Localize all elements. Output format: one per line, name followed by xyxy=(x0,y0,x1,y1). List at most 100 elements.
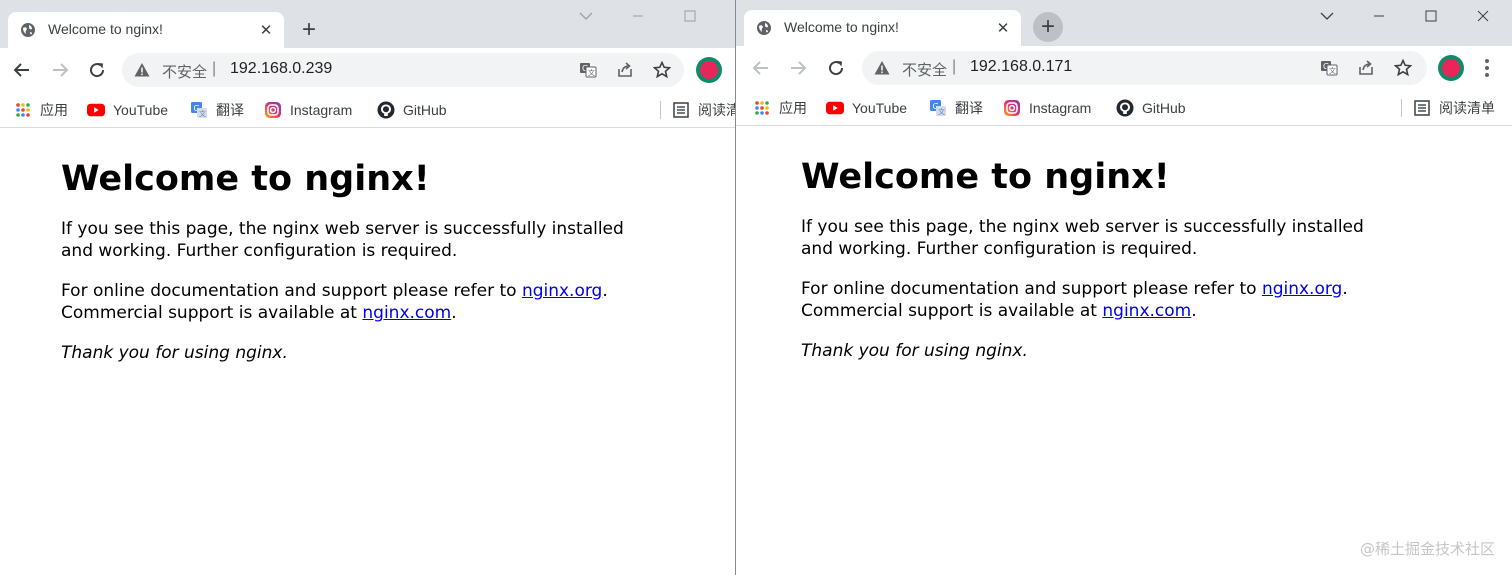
back-icon[interactable] xyxy=(10,58,34,82)
bookmark-translate[interactable]: G文 翻译 xyxy=(190,98,244,122)
bookmark-star-icon[interactable] xyxy=(652,60,672,80)
url-text[interactable]: 192.168.0.171 xyxy=(970,58,1072,76)
bookmark-star-icon[interactable] xyxy=(1393,58,1413,78)
new-tab-button[interactable]: + xyxy=(294,15,324,45)
not-secure-label[interactable]: 不安全 xyxy=(902,59,947,80)
warning-icon[interactable] xyxy=(874,60,890,76)
reading-list-label: 阅读清单 xyxy=(1439,100,1495,116)
back-icon[interactable] xyxy=(749,56,773,80)
support-paragraph: For online documentation and support ple… xyxy=(801,278,1401,322)
profile-avatar[interactable] xyxy=(696,57,722,83)
profile-avatar[interactable] xyxy=(1438,55,1464,81)
warning-icon[interactable] xyxy=(134,62,150,78)
address-bar[interactable]: 不安全 | 192.168.0.171 G文 xyxy=(862,51,1427,85)
thanks-text: Thank you for using nginx. xyxy=(801,341,1028,361)
period: . xyxy=(451,303,457,323)
svg-text:文: 文 xyxy=(1329,66,1336,75)
browser-window-left: Welcome to nginx! ✕ + 不安全 | 192.168.0.23… xyxy=(0,0,735,575)
tab-active[interactable]: Welcome to nginx! ✕ xyxy=(8,12,284,48)
svg-text:文: 文 xyxy=(938,107,945,116)
bookmark-apps[interactable]: 应用 xyxy=(14,98,68,122)
tab-active[interactable]: Welcome to nginx! ✕ xyxy=(744,10,1021,46)
forward-icon[interactable] xyxy=(48,58,72,82)
youtube-icon xyxy=(826,99,844,117)
close-window-icon[interactable] xyxy=(1457,0,1509,32)
share-icon[interactable] xyxy=(1356,58,1376,78)
support-text: For online documentation and support ple… xyxy=(801,279,1262,299)
omnibox-separator: | xyxy=(212,60,217,77)
desktop: Welcome to nginx! ✕ + 不安全 | 192.168.0.23… xyxy=(0,0,1512,575)
not-secure-label[interactable]: 不安全 xyxy=(162,61,207,82)
bookmark-youtube[interactable]: YouTube xyxy=(826,96,907,120)
window-controls xyxy=(1301,0,1509,32)
bookmark-label: 应用 xyxy=(40,102,68,118)
bookmark-github[interactable]: GitHub xyxy=(377,98,447,122)
svg-text:文: 文 xyxy=(199,109,206,118)
browser-window-right: Welcome to nginx! ✕ + 不安全 | 192.168.0.17… xyxy=(735,0,1512,575)
page-heading: Welcome to nginx! xyxy=(61,159,430,199)
bookmark-instagram[interactable]: Instagram xyxy=(1003,96,1091,120)
instagram-icon xyxy=(1003,99,1021,117)
minimize-icon[interactable] xyxy=(612,0,664,32)
translate-icon: G文 xyxy=(190,101,208,119)
reading-list-button[interactable]: 阅读清 xyxy=(672,98,735,122)
translate-page-icon[interactable]: G文 xyxy=(578,60,598,80)
period: . xyxy=(602,281,608,301)
url-text[interactable]: 192.168.0.239 xyxy=(230,60,332,78)
tab-search-icon[interactable] xyxy=(1301,0,1353,32)
web-page: Welcome to nginx! If you see this page, … xyxy=(736,127,1512,575)
tab-title: Welcome to nginx! xyxy=(48,21,163,37)
intro-paragraph: If you see this page, the nginx web serv… xyxy=(61,219,624,261)
commercial-text: Commercial support is available at xyxy=(801,301,1103,321)
close-tab-icon[interactable]: ✕ xyxy=(256,20,276,40)
instagram-icon xyxy=(264,101,282,119)
bookmark-label: YouTube xyxy=(113,102,169,118)
share-icon[interactable] xyxy=(615,60,635,80)
tab-strip: Welcome to nginx! ✕ + xyxy=(736,0,1512,46)
bookmark-translate[interactable]: G文 翻译 xyxy=(929,96,983,120)
translate-page-icon[interactable]: G文 xyxy=(1319,58,1339,78)
bookmark-label: Instagram xyxy=(290,102,353,118)
reload-icon[interactable] xyxy=(85,58,109,82)
minimize-icon[interactable] xyxy=(1353,0,1405,32)
nginx-com-link[interactable]: nginx.com xyxy=(1102,301,1191,321)
reading-list-button[interactable]: 阅读清单 xyxy=(1413,96,1495,120)
more-menu-icon[interactable] xyxy=(1477,56,1497,80)
apps-grid-icon xyxy=(753,99,771,117)
maximize-icon[interactable] xyxy=(1405,0,1457,32)
bookmark-label: YouTube xyxy=(852,100,908,116)
nginx-content: Welcome to nginx! If you see this page, … xyxy=(61,157,661,382)
bookmarks-divider xyxy=(660,101,661,119)
bookmarks-bar: 应用 YouTube G文 翻译 Instagram GitHub 阅读清单 xyxy=(736,90,1512,126)
globe-icon xyxy=(757,21,771,35)
github-icon xyxy=(377,101,395,119)
web-page: Welcome to nginx! If you see this page, … xyxy=(0,129,735,575)
reading-list-icon xyxy=(672,101,690,119)
toolbar: 不安全 | 192.168.0.171 G文 xyxy=(736,46,1512,90)
omnibox-separator: | xyxy=(952,58,957,75)
bookmark-label: 翻译 xyxy=(216,102,244,118)
bookmark-youtube[interactable]: YouTube xyxy=(87,98,168,122)
nginx-org-link[interactable]: nginx.org xyxy=(1262,279,1342,299)
nginx-org-link[interactable]: nginx.org xyxy=(522,281,602,301)
new-tab-button[interactable]: + xyxy=(1033,12,1063,42)
period: . xyxy=(1342,279,1348,299)
bookmark-label: GitHub xyxy=(403,102,447,118)
thanks-text: Thank you for using nginx. xyxy=(61,343,288,363)
bookmark-github[interactable]: GitHub xyxy=(1116,96,1186,120)
tab-search-icon[interactable] xyxy=(560,0,612,32)
watermark: @稀土掘金技术社区 xyxy=(1359,540,1495,558)
reload-icon[interactable] xyxy=(824,56,848,80)
bookmarks-divider xyxy=(1401,99,1402,117)
tab-strip: Welcome to nginx! ✕ + xyxy=(0,0,735,48)
bookmarks-bar: 应用 YouTube G文 翻译 Instagram GitHub 阅读清 xyxy=(0,92,735,128)
close-tab-icon[interactable]: ✕ xyxy=(993,18,1013,38)
bookmark-label: 翻译 xyxy=(955,100,983,116)
forward-icon[interactable] xyxy=(786,56,810,80)
maximize-icon[interactable] xyxy=(664,0,716,32)
nginx-com-link[interactable]: nginx.com xyxy=(362,303,451,323)
address-bar[interactable]: 不安全 | 192.168.0.239 G文 xyxy=(122,53,684,87)
nginx-content: Welcome to nginx! If you see this page, … xyxy=(801,155,1401,380)
bookmark-instagram[interactable]: Instagram xyxy=(264,98,352,122)
bookmark-apps[interactable]: 应用 xyxy=(753,96,807,120)
